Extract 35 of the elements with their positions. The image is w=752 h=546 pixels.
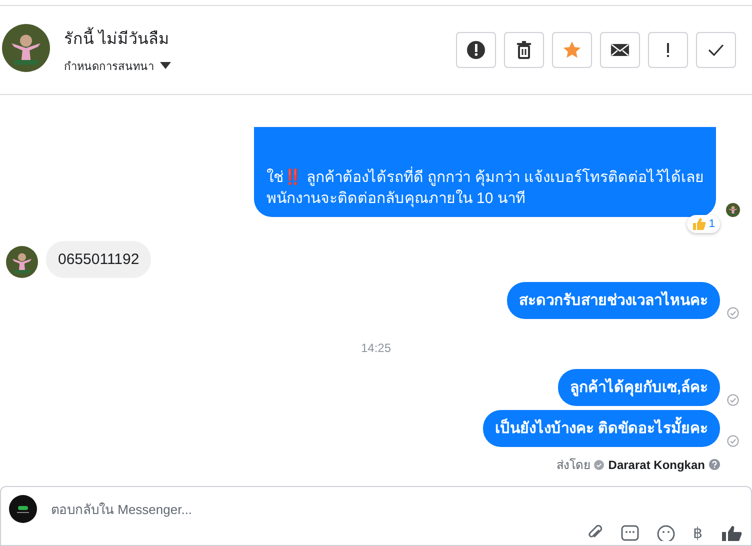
- envelope-button[interactable]: [600, 32, 640, 68]
- outgoing-message: เป็นยังไงบ้างคะ ติดขัดอะไรมั้ยคะ: [482, 410, 720, 447]
- reaction-badge[interactable]: 1: [686, 215, 720, 233]
- sent-check-icon: [727, 394, 739, 406]
- message-timestamp: 14:25: [360, 341, 392, 355]
- seen-avatar: [726, 203, 740, 217]
- alert-circle-icon: [466, 40, 486, 60]
- incoming-message: 0655011192: [46, 241, 152, 278]
- chat-bubble-icon[interactable]: [621, 525, 639, 541]
- sender-name: Dararat Kongkan: [608, 458, 705, 472]
- help-icon: [709, 459, 720, 470]
- sent-check-icon: [727, 307, 739, 319]
- trash-button[interactable]: [504, 32, 544, 68]
- like-icon[interactable]: [721, 525, 743, 541]
- contact-avatar: [6, 246, 38, 278]
- outgoing-message: ลูกค้าได้คุยกับเซ,ล์คะ: [558, 369, 720, 406]
- contact-name: รักนี้ ไม่มีวันลืม: [64, 26, 456, 50]
- reply-box[interactable]: ตอบกลับใน Messenger... ฿: [0, 486, 752, 546]
- alert-circle-button[interactable]: [456, 32, 496, 68]
- smiley-icon[interactable]: [657, 525, 675, 541]
- caret-icon: [160, 62, 171, 69]
- check-badge-icon: [594, 460, 604, 470]
- checkmark-button[interactable]: [696, 32, 736, 68]
- thumbs-up-icon: [692, 217, 706, 231]
- contact-avatar: [2, 24, 50, 72]
- conversation-menu[interactable]: กำหนดการสนทนา: [64, 56, 171, 74]
- page-avatar: [9, 495, 37, 523]
- payment-button[interactable]: ฿: [693, 525, 703, 543]
- trash-icon: [514, 40, 534, 60]
- sent-by-label: ส่งโดย: [556, 457, 590, 474]
- outgoing-message: ใช่‼ ลูกค้าต้องได้รถที่ดี ถูกกว่า คุ้มกว่า แจ้งเบอร์โทรติดต่อไว้ได้เลย พนักงานจะติดต่อกลับคุณภายใน 10 นาที: [254, 127, 716, 217]
- outgoing-message: สะดวกรับสายช่วงเวลาไหนคะ: [507, 282, 720, 319]
- star-icon: [562, 40, 582, 60]
- sent-check-icon: [727, 435, 739, 447]
- star-button[interactable]: [552, 32, 592, 68]
